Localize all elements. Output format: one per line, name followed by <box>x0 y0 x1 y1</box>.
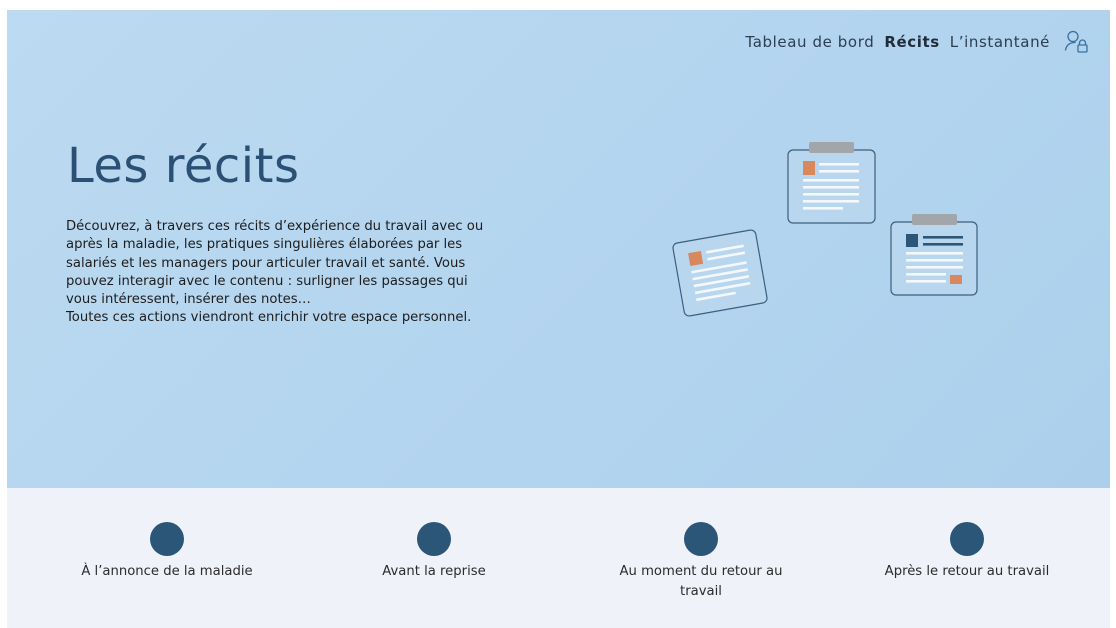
clipboard-right <box>890 214 978 296</box>
step-label: Avant la reprise <box>382 564 486 579</box>
step-label: Au moment du retour au travail <box>619 564 783 599</box>
intro-line: après la maladie, les pratiques singuliè… <box>66 237 463 253</box>
intro-line: pouvez interagir avec le contenu : surli… <box>66 273 468 289</box>
step-apres-retour[interactable]: Après le retour au travail <box>847 522 1087 582</box>
page-title: Les récits <box>67 138 300 194</box>
step-dot[interactable] <box>417 522 451 556</box>
nav-link-tableau-de-bord[interactable]: Tableau de bord <box>745 33 874 51</box>
clipboard-tilted <box>672 229 768 317</box>
step-annonce-maladie[interactable]: À l’annonce de la maladie <box>47 522 287 582</box>
step-dot[interactable] <box>150 522 184 556</box>
intro-line: salariés et les managers pour articuler … <box>66 255 466 271</box>
page-frame: Tableau de bord Récits L’instantané Les … <box>7 10 1110 628</box>
step-dot[interactable] <box>684 522 718 556</box>
nav-link-recits[interactable]: Récits <box>884 33 939 51</box>
user-lock-icon[interactable] <box>1064 29 1090 55</box>
intro-line: Toutes ces actions viendront enrichir vo… <box>66 310 472 326</box>
clipboard-top <box>787 142 876 224</box>
nav-link-instantane[interactable]: L’instantané <box>950 33 1050 51</box>
top-navigation: Tableau de bord Récits L’instantané <box>745 29 1090 55</box>
step-dot[interactable] <box>950 522 984 556</box>
step-label: Après le retour au travail <box>884 564 1050 579</box>
step-moment-retour[interactable]: Au moment du retour au travail <box>581 522 821 602</box>
intro-text: Découvrez, à travers ces récits d’expéri… <box>66 218 536 328</box>
intro-line: Découvrez, à travers ces récits d’expéri… <box>66 219 484 234</box>
intro-line: vous intéressent, insérer des notes… <box>66 292 311 308</box>
step-avant-reprise[interactable]: Avant la reprise <box>314 522 554 582</box>
hero-section: Tableau de bord Récits L’instantané Les … <box>7 10 1110 488</box>
clipboards-illustration <box>672 142 978 317</box>
step-label: À l’annonce de la maladie <box>81 564 253 579</box>
timeline-steps: À l’annonce de la maladie Avant la repri… <box>7 488 1110 628</box>
